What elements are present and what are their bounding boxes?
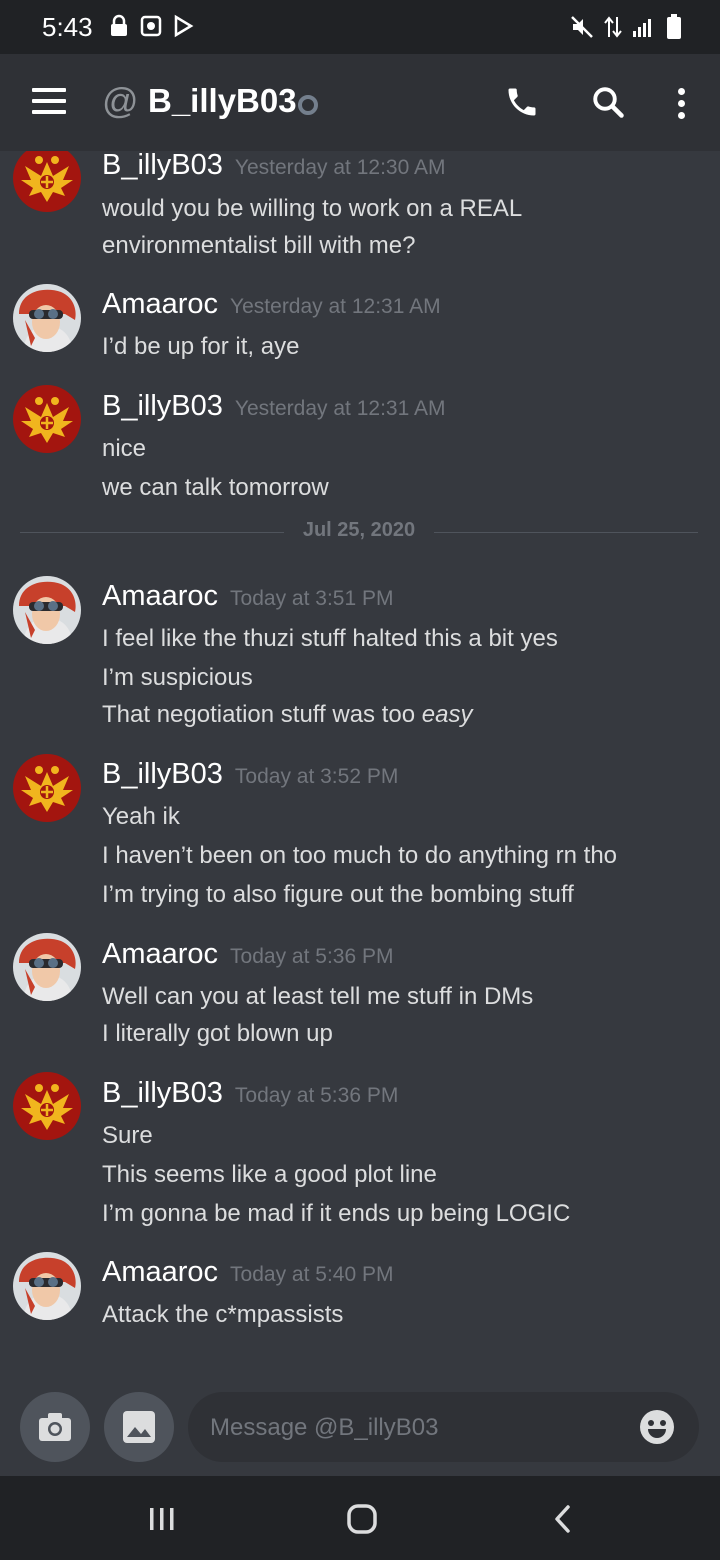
play-store-icon: [174, 14, 194, 38]
status-right-icons: [570, 14, 682, 40]
message-text: Sure: [102, 1122, 153, 1149]
message-timestamp: Today at 3:51 PM: [230, 587, 394, 610]
lock-icon: [111, 14, 127, 36]
recents-icon[interactable]: [142, 1504, 182, 1534]
message-text: I feel like the thuzi stuff halted this …: [102, 625, 558, 652]
message-timestamp: Yesterday at 12:30 AM: [234, 156, 446, 179]
message-text: I’d be up for it, aye: [102, 333, 300, 360]
message-timestamp: Yesterday at 12:31 AM: [234, 397, 446, 420]
message-timestamp: Yesterday at 12:31 AM: [230, 295, 441, 318]
message-input-placeholder: Message @B_illyB03: [210, 1414, 439, 1441]
avatar[interactable]: [13, 151, 81, 212]
notification-icon: [140, 15, 162, 37]
at-symbol: @: [102, 80, 139, 121]
message-timestamp: Today at 5:36 PM: [234, 1084, 399, 1107]
search-icon[interactable]: [590, 84, 626, 120]
image-button[interactable]: [104, 1392, 174, 1462]
message-text: Yeah ik: [102, 803, 180, 830]
avatar[interactable]: [13, 1252, 81, 1320]
author-name[interactable]: Amaaroc: [102, 1256, 218, 1288]
status-left-icons: [108, 14, 194, 38]
message-input[interactable]: Message @B_illyB03: [188, 1392, 699, 1462]
author-name[interactable]: Amaaroc: [102, 938, 218, 970]
date-divider: Jul 25, 2020: [20, 519, 698, 541]
author-name[interactable]: B_illyB03: [102, 1077, 223, 1109]
battery-icon: [667, 14, 681, 39]
message-text: I haven’t been on too much to do anythin…: [102, 842, 618, 869]
message-text: Attack the c*mpassists: [102, 1301, 344, 1328]
message-text: This seems like a good plot line: [102, 1161, 437, 1188]
mute-icon: [571, 16, 593, 38]
avatar[interactable]: [13, 284, 81, 352]
avatar[interactable]: [13, 754, 81, 822]
hamburger-icon[interactable]: [32, 88, 66, 116]
camera-button[interactable]: [20, 1392, 90, 1462]
status-time: 5:43: [42, 12, 93, 42]
author-name[interactable]: B_illyB03: [102, 390, 223, 422]
home-icon[interactable]: [342, 1504, 382, 1534]
date-divider-label: Jul 25, 2020: [302, 519, 416, 541]
author-name[interactable]: B_illyB03: [102, 758, 223, 790]
message-timestamp: Today at 3:52 PM: [234, 765, 399, 788]
camera-icon: [39, 1413, 71, 1441]
avatar[interactable]: [13, 385, 81, 453]
avatar[interactable]: [13, 1072, 81, 1140]
message-text: I’m trying to also figure out the bombin…: [102, 881, 574, 908]
message-timestamp: Today at 5:36 PM: [230, 945, 394, 968]
channel-header: @ B_illyB03: [0, 54, 720, 151]
image-icon: [123, 1411, 155, 1443]
message-list[interactable]: B_illyB03 Yesterday at 12:30 AM would you…: [0, 151, 720, 1376]
message-text: I literally got blown up: [102, 1020, 333, 1047]
message-text: Well can you at least tell me stuff in D…: [102, 983, 534, 1010]
avatar[interactable]: [13, 576, 81, 644]
message-text: That negotiation stuff was too easy: [102, 701, 473, 728]
message-text: I’m suspicious: [102, 664, 253, 691]
data-arrows-icon: [604, 16, 622, 38]
more-icon[interactable]: [676, 88, 686, 120]
message-timestamp: Today at 5:40 PM: [230, 1263, 394, 1286]
message-text: nice: [102, 435, 147, 462]
back-icon[interactable]: [544, 1504, 584, 1534]
status-bar: 5:43: [0, 0, 720, 54]
offline-status-icon: [298, 95, 318, 115]
message-text: I’m gonna be mad if it ends up being LOG…: [102, 1200, 571, 1227]
emphasized-text: easy: [421, 701, 473, 728]
call-icon[interactable]: [504, 84, 540, 120]
signal-icon: [633, 19, 651, 37]
message-text: environmentalist bill with me?: [102, 232, 416, 259]
message-composer: Message @B_illyB03: [0, 1376, 720, 1476]
message-text: we can talk tomorrow: [102, 474, 329, 501]
author-name[interactable]: Amaaroc: [102, 288, 218, 320]
author-name[interactable]: B_illyB03: [102, 151, 223, 181]
message-text: would you be willing to work on a REAL: [102, 195, 523, 222]
avatar[interactable]: [13, 933, 81, 1001]
dm-title[interactable]: B_illyB03: [148, 82, 297, 120]
author-name[interactable]: Amaaroc: [102, 580, 218, 612]
system-nav-bar: [0, 1476, 720, 1560]
emoji-icon[interactable]: [639, 1409, 675, 1445]
